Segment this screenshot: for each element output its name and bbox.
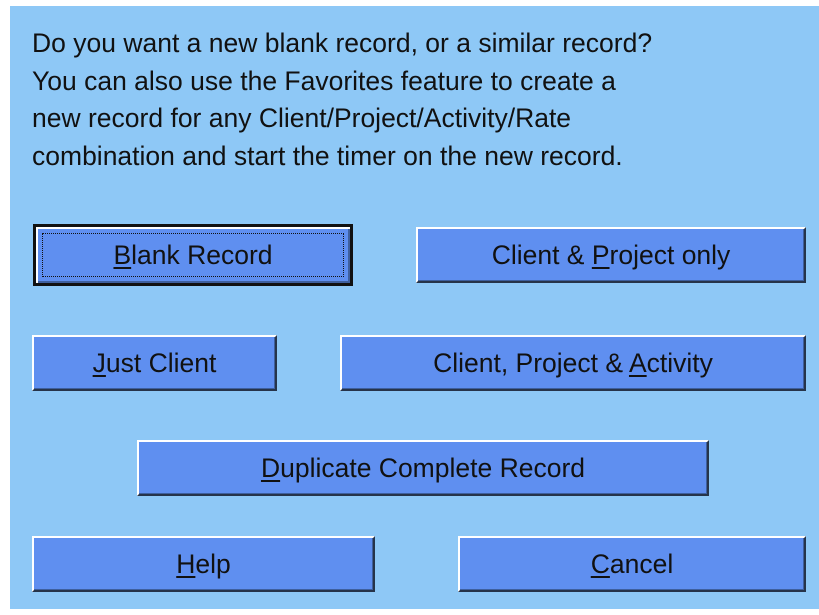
mnemonic: H (176, 548, 196, 579)
mnemonic: D (260, 452, 281, 483)
mnemonic: P (591, 239, 610, 270)
just-client-label: Just Client (92, 347, 217, 378)
mnemonic: C (590, 548, 610, 579)
cancel-label: Cancel (590, 548, 674, 579)
message-line: combination and start the timer on the n… (32, 140, 623, 171)
mnemonic: A (628, 347, 647, 378)
message-line: Do you want a new blank record, or a sim… (32, 28, 653, 58)
client-project-only-button[interactable]: Client & Project only (416, 227, 806, 283)
mnemonic: B (113, 239, 132, 270)
duplicate-complete-record-label: Duplicate Complete Record (260, 452, 586, 483)
cancel-button[interactable]: Cancel (458, 536, 806, 592)
client-project-activity-label: Client, Project & Activity (433, 347, 713, 378)
new-record-dialog: Do you want a new blank record, or a sim… (10, 6, 819, 609)
client-project-only-label: Client & Project only (491, 239, 731, 270)
mnemonic: J (92, 347, 106, 378)
message-line: You can also use the Favorites feature t… (32, 65, 616, 96)
message-line: new record for any Client/Project/Activi… (32, 103, 572, 133)
blank-record-button[interactable]: Blank Record (33, 224, 353, 286)
just-client-button[interactable]: Just Client (32, 335, 277, 391)
duplicate-complete-record-button[interactable]: Duplicate Complete Record (137, 440, 709, 496)
help-button[interactable]: Help (32, 536, 375, 592)
client-project-activity-button[interactable]: Client, Project & Activity (340, 335, 806, 391)
dialog-message: Do you want a new blank record, or a sim… (32, 25, 802, 175)
help-label: Help (176, 548, 231, 579)
blank-record-label: Blank Record (113, 239, 273, 270)
